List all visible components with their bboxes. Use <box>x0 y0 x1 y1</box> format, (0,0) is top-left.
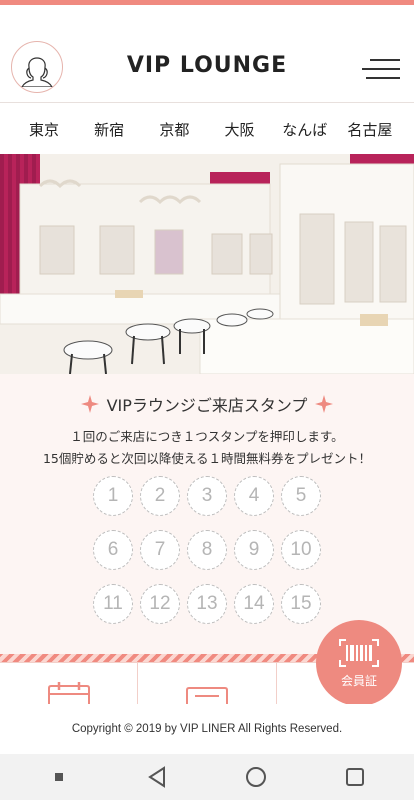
stamp-description-line2: 15個貯めると次回以降使える１時間無料券をプレゼント！ <box>42 451 372 466</box>
copyright: Copyright © 2019 by VIP LINER All Rights… <box>0 704 414 754</box>
area-nav: 東京 新宿 京都 大阪 なんば 名古屋 <box>0 104 414 154</box>
nav-item-nagoya[interactable]: 名古屋 <box>340 119 400 140</box>
stamp-card: VIPラウンジご来店スタンプ １回のご来店につき１つスタンプを押印します。 15… <box>0 374 414 654</box>
recents-icon[interactable] <box>344 766 366 788</box>
barcode-icon <box>339 638 379 667</box>
nav-item-namba[interactable]: なんば <box>275 119 335 140</box>
hamburger-menu-button[interactable] <box>362 57 400 81</box>
nav-item-kyoto[interactable]: 京都 <box>144 119 204 140</box>
home-icon[interactable] <box>245 766 267 788</box>
sparkle-icon <box>80 395 99 413</box>
stamp-slot: 11 <box>93 584 133 624</box>
nav-item-tokyo[interactable]: 東京 <box>14 119 74 140</box>
member-card-button[interactable]: 会員証 <box>316 620 402 706</box>
stamp-slot: 2 <box>140 476 180 516</box>
header: VIP LOUNGE <box>0 5 414 103</box>
back-icon[interactable] <box>146 766 168 788</box>
member-card-label: 会員証 <box>340 673 377 688</box>
stamp-slot: 9 <box>234 530 274 570</box>
android-nav-bar <box>0 754 414 800</box>
stamp-slot: 13 <box>187 584 227 624</box>
stamp-slot: 12 <box>140 584 180 624</box>
tab-calendar[interactable] <box>0 663 139 704</box>
menu-dot-icon[interactable] <box>49 767 69 787</box>
stamp-slot: 8 <box>187 530 227 570</box>
message-icon <box>185 687 228 704</box>
sparkle-icon <box>315 395 334 413</box>
stamp-slot: 5 <box>281 476 321 516</box>
site-logo[interactable]: VIP LOUNGE <box>100 53 314 78</box>
stamp-slot: 14 <box>234 584 274 624</box>
stamp-description-line1: １回のご来店につき１つスタンプを押印します。 <box>70 429 344 444</box>
avatar[interactable] <box>11 41 63 93</box>
stamp-slot: 15 <box>281 584 321 624</box>
stamp-slot: 4 <box>234 476 274 516</box>
lounge-photo <box>0 154 414 374</box>
nav-item-shinjuku[interactable]: 新宿 <box>79 119 139 140</box>
stamp-slot: 3 <box>187 476 227 516</box>
stamp-slot: 7 <box>140 530 180 570</box>
stamp-slot: 6 <box>93 530 133 570</box>
calendar-icon <box>47 682 90 704</box>
stamp-card-title: VIPラウンジご来店スタンプ <box>0 392 414 416</box>
stamp-slot: 10 <box>281 530 321 570</box>
stamp-slot: 1 <box>93 476 133 516</box>
tab-message[interactable] <box>138 663 277 704</box>
nav-item-osaka[interactable]: 大阪 <box>210 119 270 140</box>
user-icon <box>21 57 53 87</box>
